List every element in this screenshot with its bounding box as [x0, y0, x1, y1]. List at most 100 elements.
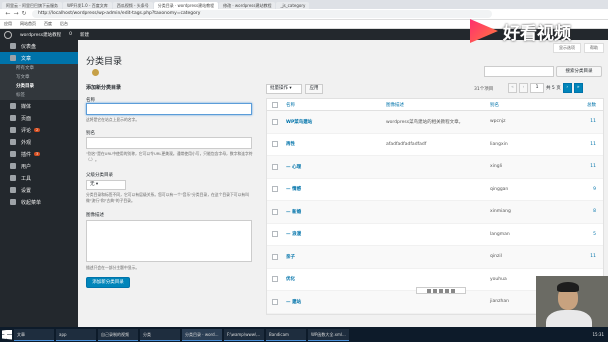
category-name-link[interactable]: — 情感 [286, 186, 386, 192]
row-checkbox[interactable] [272, 253, 278, 260]
prev-page-button[interactable]: ‹ [519, 83, 528, 93]
category-count-link[interactable]: 11 [566, 164, 596, 169]
reload-icon[interactable]: ↻ [20, 10, 28, 18]
parent-category-select[interactable]: 无 ▾ [86, 180, 126, 190]
presenter-hair [557, 282, 579, 292]
toolbar-tool-icon[interactable] [451, 288, 455, 293]
sidebar-item[interactable]: 文章 [0, 52, 78, 64]
column-description[interactable]: 图像描述 [386, 102, 490, 108]
forward-icon[interactable]: → [12, 10, 20, 18]
sidebar-item[interactable]: 媒体 [0, 100, 78, 112]
taskbar-item[interactable]: 自己录制的视频 [98, 328, 138, 341]
sidebar-item[interactable]: 用户 [0, 160, 78, 172]
current-page-input[interactable]: 1 [530, 83, 544, 93]
taskbar-item[interactable]: WP函数大全.xml... [308, 328, 349, 341]
row-checkbox[interactable] [272, 118, 278, 125]
bookmark-item[interactable]: 后台 [60, 21, 68, 27]
sidebar-item[interactable]: 外观 [0, 136, 78, 148]
row-checkbox[interactable] [272, 186, 278, 193]
last-page-button[interactable]: » [573, 83, 583, 93]
sidebar-item[interactable]: 工具 [0, 172, 78, 184]
sidebar-item-label: 仪表盘 [21, 43, 37, 50]
toolbar-tool-icon[interactable] [427, 288, 431, 293]
add-category-button[interactable]: 添加新分类目录 [86, 277, 130, 288]
category-count-link[interactable]: 5 [566, 232, 596, 237]
category-name-link[interactable]: 亲子 [286, 254, 386, 260]
apply-button[interactable]: 应用 [305, 84, 323, 94]
sidebar-item[interactable]: 评论 2 [0, 124, 78, 136]
next-page-button[interactable]: › [562, 83, 572, 93]
column-name[interactable]: 名称 [286, 102, 386, 108]
search-categories-button[interactable]: 搜索分类目录 [556, 66, 602, 77]
watermark-text: 好看视频 [503, 23, 571, 44]
bulk-actions-select[interactable]: 批量操作 ▾ [266, 84, 302, 94]
category-name-link[interactable]: WP菜鸟建站 [286, 119, 386, 125]
first-page-button[interactable]: « [508, 83, 517, 93]
select-all-checkbox[interactable] [272, 101, 278, 108]
category-slug: xingli [490, 164, 503, 170]
taskbar-item[interactable]: app [56, 328, 96, 341]
sidebar-item-label: 工具 [21, 175, 32, 182]
category-count-link[interactable]: 9 [566, 187, 596, 192]
settings-icon [10, 187, 16, 193]
comments-count[interactable]: 0 [69, 32, 72, 37]
sidebar-subitem[interactable]: 标签 [0, 91, 78, 100]
sidebar-item[interactable]: 页面 [0, 112, 78, 124]
row-checkbox[interactable] [272, 298, 278, 305]
row-checkbox[interactable] [272, 208, 278, 215]
row-checkbox[interactable] [272, 141, 278, 148]
bookmark-item[interactable]: 网站首页 [20, 21, 36, 27]
category-count-link[interactable]: 11 [566, 142, 596, 147]
sidebar-item[interactable]: 设置 [0, 184, 78, 196]
taskbar-item[interactable]: 分类 [140, 328, 180, 341]
row-checkbox[interactable] [272, 231, 278, 238]
windows-start-icon[interactable] [2, 329, 12, 340]
sidebar-subitem[interactable]: 分类目录 [0, 82, 78, 91]
category-count-link[interactable]: 11 [566, 254, 596, 259]
sidebar-item[interactable]: 插件 3 [0, 148, 78, 160]
new-content-link[interactable]: 新建 [80, 32, 89, 38]
column-count[interactable]: 总数 [566, 102, 596, 108]
sidebar-subitem[interactable]: 所有文章 [0, 64, 78, 73]
toolbar-tool-icon[interactable] [445, 288, 449, 293]
site-name-link[interactable]: wordpress建站教程 [20, 32, 61, 38]
sidebar-subitem[interactable]: 写文章 [0, 73, 78, 82]
search-input[interactable] [484, 66, 554, 77]
taskbar-item[interactable]: 分类目录 · word... [182, 328, 222, 341]
wordpress-logo-icon[interactable] [4, 30, 12, 39]
bookmark-item[interactable]: 应用 [4, 21, 12, 27]
browser-tab[interactable]: 西瓜视频 - 头条号 [112, 2, 153, 9]
table-row: 再性 afadfadfadfadfadf liangxin 11 [267, 134, 603, 156]
category-name-link[interactable]: 优化 [286, 276, 386, 282]
browser-tab[interactable]: _js_category [276, 2, 310, 9]
webcam-overlay [536, 276, 608, 332]
taskbar-item[interactable]: Bandicam [266, 328, 306, 341]
category-name-link[interactable]: — 新婚 [286, 209, 386, 215]
toolbar-tool-icon[interactable] [433, 288, 437, 293]
toolbar-tool-icon[interactable] [439, 288, 443, 293]
taskbar-item[interactable]: F:\wamp\www\... [224, 328, 264, 341]
category-name-link[interactable]: 再性 [286, 141, 386, 147]
row-checkbox[interactable] [272, 163, 278, 170]
description-field[interactable] [86, 220, 252, 262]
name-field[interactable] [86, 103, 252, 115]
category-count-link[interactable]: 8 [566, 209, 596, 214]
category-count-link[interactable]: 11 [566, 119, 596, 124]
back-icon[interactable]: ← [4, 10, 12, 18]
taskbar-item[interactable]: 文章 [14, 328, 54, 341]
category-name-link[interactable]: — 建站 [286, 299, 386, 305]
slug-field[interactable] [86, 137, 252, 149]
bookmark-item[interactable]: 百度 [44, 21, 52, 27]
browser-tab[interactable]: 阿里云 - 阿里巴巴旗下云服务 [2, 2, 62, 9]
column-slug[interactable]: 别名 [490, 102, 566, 108]
category-name-link[interactable]: — 心理 [286, 164, 386, 170]
url-field[interactable]: http://localhost/wordpress/wp-admin/edit… [32, 10, 492, 18]
row-checkbox[interactable] [272, 276, 278, 283]
pagination: « ‹ 1 共 5 页 › » [508, 83, 583, 93]
category-name-link[interactable]: — 浪漫 [286, 231, 386, 237]
sidebar-item[interactable]: 收起菜单 [0, 196, 78, 208]
browser-tab[interactable]: WP开发1.0 - 百度文库 [63, 2, 112, 9]
browser-tab[interactable]: 修改 · wordpress建站教程 [219, 2, 276, 9]
sidebar-item[interactable]: 仪表盘 [0, 40, 78, 52]
browser-tab[interactable]: 分类目录 · wordpress建站教程 [153, 2, 219, 9]
